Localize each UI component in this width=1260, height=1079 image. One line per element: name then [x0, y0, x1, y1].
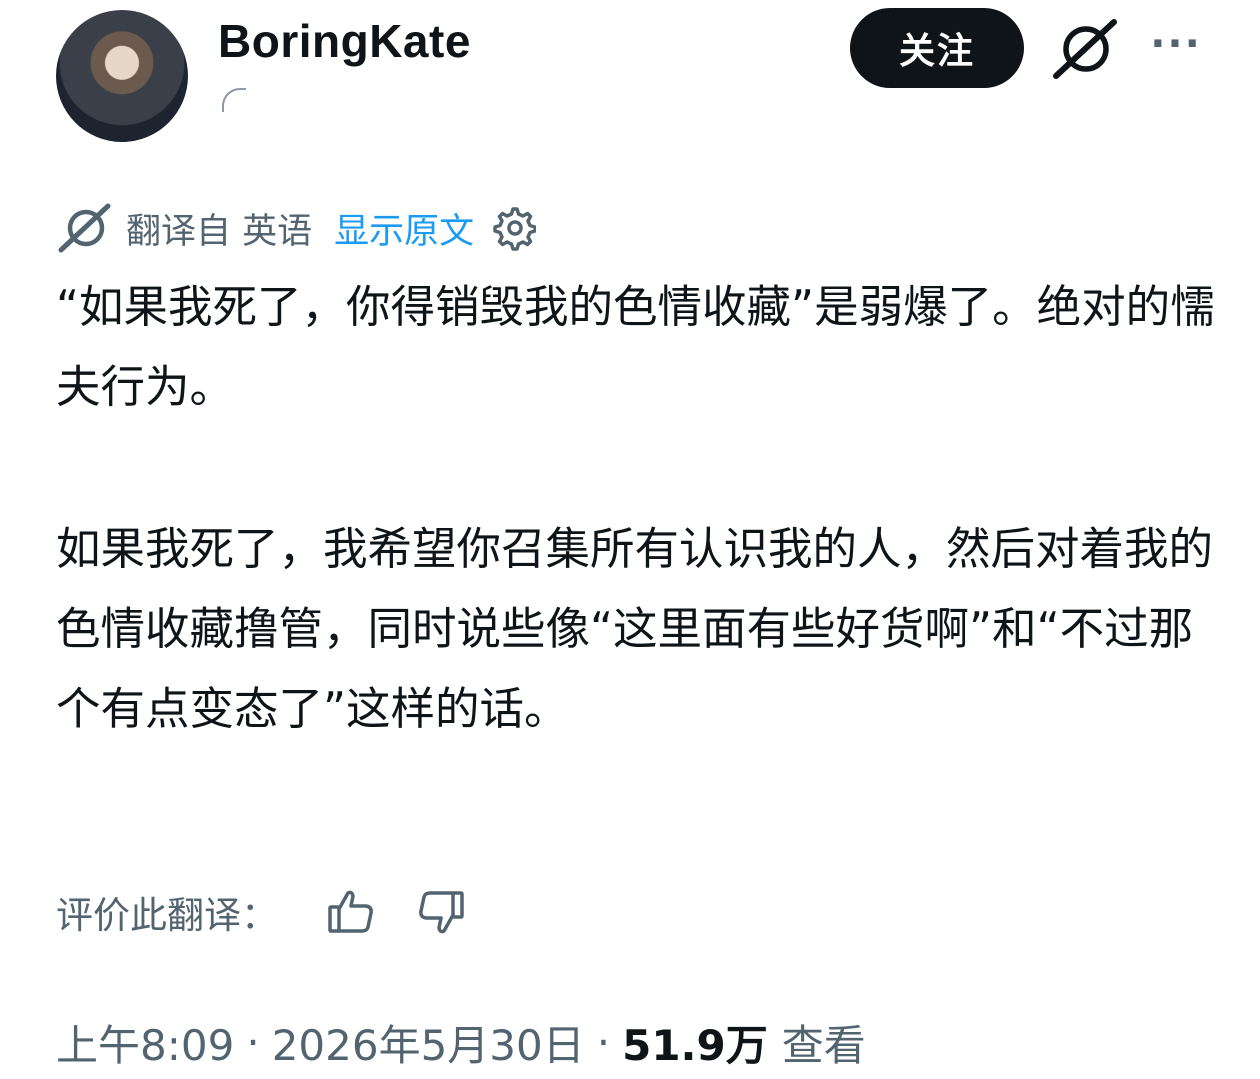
more-icon[interactable]: ··· [1150, 18, 1202, 70]
meta-separator: · [596, 1017, 611, 1067]
views-label: 查看 [781, 1020, 866, 1070]
author-name[interactable]: BoringKate [218, 14, 471, 68]
meta-separator: · [246, 1017, 260, 1067]
rate-translation-row: 评价此翻译： [56, 880, 466, 944]
grok-icon [58, 203, 111, 253]
grok-icon[interactable] [1050, 18, 1118, 80]
show-original-link[interactable]: 显示原文 [334, 203, 474, 254]
post-time[interactable]: 上午8:09 [56, 1012, 234, 1073]
follow-button[interactable]: 关注 [850, 8, 1024, 88]
post-text-paragraph-1: “如果我死了，你得销毁我的色情收藏”是弱爆了。绝对的懦夫行为。 [56, 282, 1215, 413]
thumbs-up-icon[interactable] [326, 887, 376, 937]
post-date[interactable]: 2026年5月30日 [272, 1012, 585, 1073]
translation-bar: 翻译自 英语 显示原文 [56, 198, 537, 258]
translated-from-label: 翻译自 英语 [126, 211, 313, 252]
post-text-paragraph-2: 如果我死了，我希望你召集所有认识我的人，然后对着我的色情收藏撸管，同时说些像“这… [56, 524, 1214, 735]
avatar[interactable] [56, 10, 188, 142]
post-meta: 上午8:09 · 2026年5月30日 · 51.9万 查看 [56, 1010, 866, 1074]
gear-icon[interactable] [490, 205, 537, 251]
post-detail: BoringKate 关注 ··· 翻译自 英语 显示原文 “如果我死了，你得销… [0, 0, 1260, 1079]
thumbs-down-icon[interactable] [416, 887, 466, 937]
views-count[interactable]: 51.9万 [622, 1012, 768, 1073]
author-handle-fragment [222, 88, 246, 112]
rate-translation-label: 评价此翻译： [56, 894, 278, 937]
